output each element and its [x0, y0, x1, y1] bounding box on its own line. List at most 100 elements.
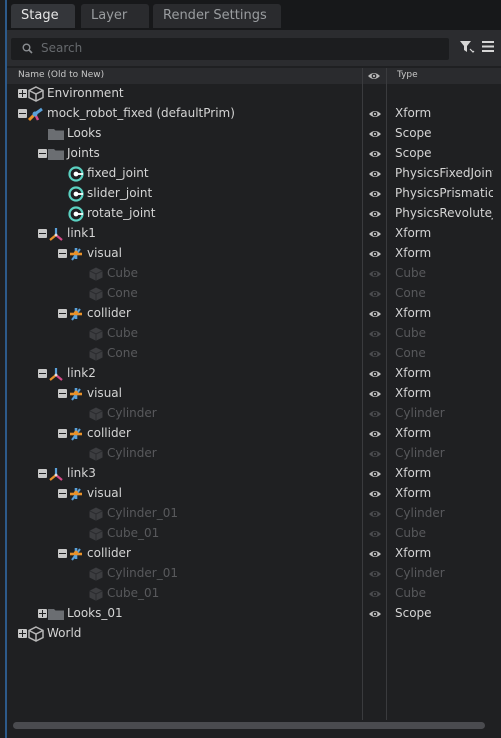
prim-type: Scope	[395, 606, 432, 620]
search-input[interactable]: Search	[11, 38, 449, 60]
visibility-eye-icon[interactable]	[368, 447, 382, 461]
visibility-eye-icon[interactable]	[368, 207, 382, 221]
prim-name: Cylinder	[107, 406, 157, 420]
collapse-icon[interactable]	[38, 229, 47, 238]
prim-name: slider_joint	[87, 186, 153, 200]
visibility-eye-icon[interactable]	[368, 567, 382, 581]
tree-row[interactable]: visual Xform	[7, 244, 501, 264]
tree-row[interactable]: Environment	[7, 84, 501, 104]
expand-icon[interactable]	[18, 89, 27, 98]
visibility-eye-icon[interactable]	[368, 547, 382, 561]
visibility-eye-icon[interactable]	[368, 407, 382, 421]
visibility-eye-icon[interactable]	[368, 267, 382, 281]
prim-name: collider	[87, 426, 131, 440]
prim-name: mock_robot_fixed (defaultPrim)	[47, 106, 235, 120]
visibility-eye-icon[interactable]	[368, 167, 382, 181]
collapse-icon[interactable]	[38, 149, 47, 158]
visibility-eye-icon[interactable]	[368, 527, 382, 541]
visibility-eye-icon[interactable]	[368, 187, 382, 201]
tree-row[interactable]: Cube_01 Cube	[7, 524, 501, 544]
prim-name: World	[47, 626, 82, 640]
expand-icon[interactable]	[18, 629, 27, 638]
tree-row[interactable]: Looks_01 Scope	[7, 604, 501, 624]
tree-row[interactable]: Cube Cube	[7, 264, 501, 284]
filter-icon[interactable]	[459, 40, 475, 54]
visibility-column-eye-icon[interactable]	[367, 69, 381, 83]
horizontal-scrollbar[interactable]	[13, 722, 485, 729]
tree-row[interactable]: Cube Cube	[7, 324, 501, 344]
folder-icon	[48, 129, 64, 140]
tab-render-settings[interactable]: Render Settings	[153, 4, 281, 28]
collapse-icon[interactable]	[58, 489, 67, 498]
stage-panel: Stage Layer Render Settings Search Name …	[5, 0, 501, 738]
tree-row[interactable]: Joints Scope	[7, 144, 501, 164]
tree-row[interactable]: link1 Xform	[7, 224, 501, 244]
prim-name: visual	[87, 246, 122, 260]
visibility-eye-icon[interactable]	[368, 147, 382, 161]
visibility-eye-icon[interactable]	[368, 127, 382, 141]
collapse-icon[interactable]	[58, 389, 67, 398]
visibility-eye-icon[interactable]	[368, 507, 382, 521]
prim-name: Cylinder	[107, 446, 157, 460]
prim-type: Xform	[395, 226, 432, 240]
tree-row[interactable]: collider Xform	[7, 424, 501, 444]
prim-type: Cone	[395, 286, 426, 300]
visibility-eye-icon[interactable]	[368, 427, 382, 441]
tree-row[interactable]: Cone Cone	[7, 344, 501, 364]
tree-row[interactable]: Cone Cone	[7, 284, 501, 304]
tree-row[interactable]: Cylinder Cylinder	[7, 444, 501, 464]
visibility-eye-icon[interactable]	[368, 367, 382, 381]
tree-row[interactable]: slider_joint PhysicsPrismaticJoint	[7, 184, 501, 204]
visibility-eye-icon[interactable]	[368, 487, 382, 501]
collapse-icon[interactable]	[58, 549, 67, 558]
collapse-icon[interactable]	[58, 429, 67, 438]
visibility-eye-icon[interactable]	[368, 587, 382, 601]
visibility-eye-icon[interactable]	[368, 327, 382, 341]
visibility-eye-icon[interactable]	[368, 467, 382, 481]
visibility-eye-icon[interactable]	[368, 387, 382, 401]
visibility-eye-icon[interactable]	[368, 107, 382, 121]
mesh-cube-icon	[89, 527, 103, 541]
visibility-eye-icon[interactable]	[368, 247, 382, 261]
prim-name: collider	[87, 306, 131, 320]
tree-row[interactable]: Cylinder Cylinder	[7, 404, 501, 424]
tab-stage[interactable]: Stage	[11, 4, 75, 28]
collapse-icon[interactable]	[38, 469, 47, 478]
visibility-eye-icon[interactable]	[368, 307, 382, 321]
name-column-header[interactable]: Name (Old to New)	[18, 70, 104, 80]
joint-icon	[68, 166, 84, 182]
collapse-icon[interactable]	[38, 369, 47, 378]
prim-name: link1	[67, 226, 96, 240]
type-column-header[interactable]: Type	[397, 70, 418, 80]
expand-icon[interactable]	[38, 609, 47, 618]
tree-row[interactable]: Looks Scope	[7, 124, 501, 144]
collapse-icon[interactable]	[58, 249, 67, 258]
prim-type: Cube	[395, 526, 426, 540]
prim-type: Xform	[395, 546, 432, 560]
hamburger-menu-icon[interactable]	[482, 41, 494, 52]
mesh-cube-icon	[89, 327, 103, 341]
tree-row[interactable]: mock_robot_fixed (defaultPrim) Xform	[7, 104, 501, 124]
tree-row[interactable]: Cylinder_01 Cylinder	[7, 504, 501, 524]
tree-row[interactable]: Cylinder_01 Cylinder	[7, 564, 501, 584]
visibility-eye-icon[interactable]	[368, 227, 382, 241]
tree-row[interactable]: link3 Xform	[7, 464, 501, 484]
tree-row[interactable]: link2 Xform	[7, 364, 501, 384]
collapse-icon[interactable]	[58, 309, 67, 318]
prim-name: Cube	[107, 266, 138, 280]
visibility-eye-icon[interactable]	[368, 607, 382, 621]
tree-row[interactable]: fixed_joint PhysicsFixedJoint	[7, 164, 501, 184]
tree-row[interactable]: Cube_01 Cube	[7, 584, 501, 604]
tree-row[interactable]: visual Xform	[7, 384, 501, 404]
tab-layer[interactable]: Layer	[81, 4, 149, 28]
collapse-icon[interactable]	[18, 109, 27, 118]
tree-row[interactable]: World	[7, 624, 501, 644]
tree-row[interactable]: visual Xform	[7, 484, 501, 504]
tree-row[interactable]: collider Xform	[7, 304, 501, 324]
visibility-eye-icon[interactable]	[368, 347, 382, 361]
tree-row[interactable]: rotate_joint PhysicsRevoluteJoint	[7, 204, 501, 224]
tree-row[interactable]: collider Xform	[7, 544, 501, 564]
mesh-cube-icon	[89, 267, 103, 281]
visibility-eye-icon[interactable]	[368, 287, 382, 301]
prim-type: Cylinder	[395, 506, 445, 520]
